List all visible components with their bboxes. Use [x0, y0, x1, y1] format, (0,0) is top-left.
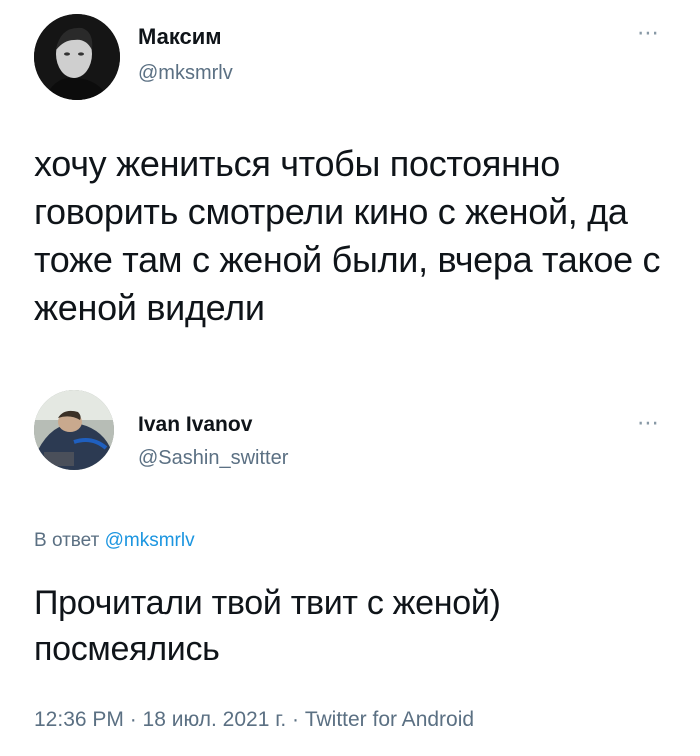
replying-to-mention[interactable]: @mksmrlv	[105, 530, 195, 551]
tweet-timestamp[interactable]: 12:36 PM · 18 июл. 2021 г. · Twitter for…	[34, 708, 474, 732]
reply-tweet: Ivan Ivanov @Sashin_switter ⋯ В ответ @m…	[0, 390, 700, 756]
more-options-icon[interactable]: ⋯	[637, 22, 660, 44]
reply-text: Прочитали твой твит с женой) посмеялись	[34, 584, 501, 668]
reply-author-handle[interactable]: @Sashin_switter	[138, 447, 288, 470]
original-tweet: Максим @mksmrlv ⋯ хочу жениться чтобы по…	[0, 0, 700, 390]
replying-to-label: В ответ	[34, 530, 100, 551]
author-handle[interactable]: @mksmrlv	[138, 62, 233, 85]
author-name[interactable]: Максим	[138, 24, 222, 50]
reply-author-avatar[interactable]	[34, 390, 114, 470]
reply-author-name[interactable]: Ivan Ivanov	[138, 413, 252, 437]
tweet-text: хочу жениться чтобы постоянно говорить с…	[34, 143, 661, 328]
more-options-icon[interactable]: ⋯	[637, 412, 660, 434]
replying-to: В ответ @mksmrlv	[34, 530, 195, 552]
avatar-photo-icon	[34, 14, 120, 100]
avatar-photo-icon	[34, 390, 114, 470]
author-avatar[interactable]	[34, 14, 120, 100]
